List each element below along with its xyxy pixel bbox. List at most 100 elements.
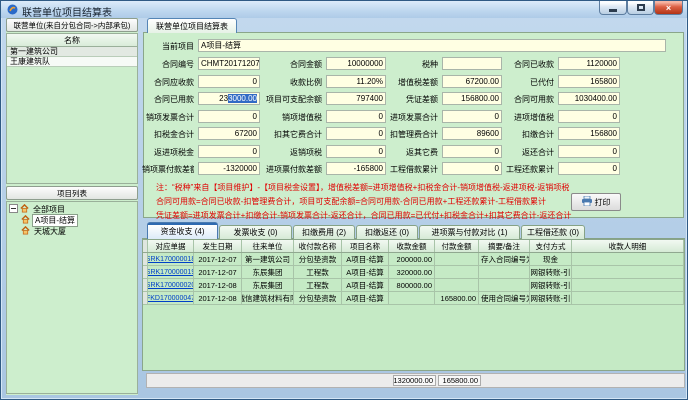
form-input-1[interactable]: 10000000 [326, 57, 386, 70]
tree-item-project[interactable]: 天城大厦 [21, 226, 68, 237]
project-list-header: 项目列表 [6, 186, 138, 200]
table-cell [435, 266, 479, 278]
receive-total: 1320000.00 [393, 375, 436, 386]
form-input-9[interactable]: 797400 [326, 92, 386, 105]
form-label: 已代付 [496, 77, 554, 88]
form-label: 进项增值税 [496, 112, 554, 123]
column-header: 付款金额 [435, 240, 479, 252]
form-input-13[interactable]: 0 [326, 110, 386, 123]
detail-tab-1[interactable]: 发票收支 (0) [219, 225, 292, 239]
form-label: 扣其它费合计 [260, 129, 322, 140]
totals-bar: 1320000.00 165800.00 [146, 373, 685, 388]
form-label: 合同金额 [260, 59, 322, 70]
detail-tab-2[interactable]: 扣缴费用 (2) [293, 225, 355, 239]
unit-row[interactable]: 王康建筑队 [7, 57, 137, 67]
form-label: 工程借款累计 [380, 164, 438, 175]
input-text: 23 [219, 94, 228, 103]
form-input-4[interactable]: 0 [198, 75, 260, 88]
table-cell: 200000.00 [389, 253, 435, 265]
detail-tab-4[interactable]: 进项票与付款对比 (1) [419, 225, 520, 239]
table-row[interactable]: SRK1700000182017-12-07第一建筑公司分包垫资款A项目-结算2… [143, 253, 684, 266]
table-cell: 东辰集团 [242, 266, 294, 278]
form-input-2[interactable] [442, 57, 502, 70]
column-header: 发生日期 [194, 240, 242, 252]
detail-tab-5[interactable]: 工程借还款 (0) [521, 225, 585, 239]
tree-item-label: 天城大厦 [32, 226, 68, 237]
form-label: 扣税金合计 [142, 129, 194, 140]
form-input-20[interactable]: 0 [198, 145, 260, 158]
form-label: 销项发票合计 [142, 112, 194, 123]
form-input-27[interactable]: 0 [558, 162, 620, 175]
detail-tab-0[interactable]: 资金收支 (4) [147, 222, 218, 239]
column-header: 项目名称 [342, 240, 389, 252]
tree-item-project[interactable]: A项目-结算 [21, 215, 78, 226]
table-row[interactable]: SRK1700000202017-12-08东辰集团工程款A项目-结算80000… [143, 279, 684, 292]
form-label: 扣管理费合计 [380, 129, 438, 140]
form-input-12[interactable]: 0 [198, 110, 260, 123]
document-link[interactable]: SRK170000020 [148, 279, 194, 291]
form-input-19[interactable]: 156800 [558, 127, 620, 140]
form-label: 合同已用款 [142, 94, 194, 105]
form-input-7[interactable]: 165800 [558, 75, 620, 88]
print-button[interactable]: 打印 [571, 193, 621, 211]
column-header: 收款金额 [389, 240, 435, 252]
column-header: 摘要/备注 [479, 240, 530, 252]
form-label: 工程还款累计 [496, 164, 554, 175]
form-input-5[interactable]: 11.20% [326, 75, 386, 88]
column-header: 收款人明细 [572, 240, 684, 252]
table-cell: 分包垫资款 [294, 253, 342, 265]
table-row[interactable]: FKD1700000472017-12-08诚信建筑材料有限分包垫资款A项目-结… [143, 292, 684, 305]
window-title: 联营单位项目结算表 [22, 4, 112, 19]
transactions-table: 对应单据发生日期往来单位收付款名称项目名称收款金额付款金额摘要/备注支付方式收款… [142, 239, 685, 371]
table-cell: 诚信建筑材料有限 [242, 292, 294, 304]
form-label: 进项票付款差额 [260, 164, 322, 175]
form-input-16[interactable]: 67200 [198, 127, 260, 140]
form-input-0[interactable]: CHMT2017120701: [198, 57, 260, 70]
form-input-17[interactable]: 0 [326, 127, 386, 140]
form-input-10[interactable]: 156800.00 [442, 92, 502, 105]
table-cell: 工程款 [294, 279, 342, 291]
current-project-field[interactable]: A项目-结算 [198, 39, 666, 52]
form-label: 返还合计 [496, 147, 554, 158]
form-input-15[interactable]: 0 [558, 110, 620, 123]
form-input-23[interactable]: 0 [558, 145, 620, 158]
form-input-14[interactable]: 0 [442, 110, 502, 123]
column-header: 往来单位 [242, 240, 294, 252]
table-cell [572, 292, 684, 304]
unit-row[interactable]: 第一建筑公司 [7, 47, 137, 57]
table-row[interactable]: SRK1700000192017-12-07东辰集团工程款A项目-结算32000… [143, 266, 684, 279]
print-button-label: 打印 [595, 197, 611, 208]
form-input-21[interactable]: 0 [326, 145, 386, 158]
form-input-8[interactable]: 233000.00 [198, 92, 260, 105]
form-label: 收款比例 [260, 77, 322, 88]
form-input-3[interactable]: 1120000 [558, 57, 620, 70]
maximize-button[interactable] [627, 1, 654, 15]
form-input-22[interactable]: 0 [442, 145, 502, 158]
table-cell [389, 292, 435, 304]
document-link[interactable]: FKD170000047 [148, 292, 194, 304]
document-link[interactable]: SRK170000018 [148, 253, 194, 265]
close-button[interactable]: × [654, 1, 683, 15]
form-input-26[interactable]: 0 [442, 162, 502, 175]
form-input-18[interactable]: 89600 [442, 127, 502, 140]
document-link[interactable]: SRK170000019 [148, 266, 194, 278]
detail-tab-3[interactable]: 扣缴返还 (0) [356, 225, 418, 239]
detail-tab-strip: 资金收支 (4)发票收支 (0)扣缴费用 (2)扣缴返还 (0)进项票与付款对比… [142, 222, 685, 239]
form-input-25[interactable]: -165800 [326, 162, 386, 175]
collapse-icon[interactable] [9, 204, 18, 215]
table-cell: 2017-12-07 [194, 253, 242, 265]
pay-total: 165800.00 [438, 375, 481, 386]
table-cell: 2017-12-08 [194, 279, 242, 291]
tab-settlement-sheet[interactable]: 联营单位项目结算表 [147, 18, 237, 33]
form-label: 返其它费 [380, 147, 438, 158]
table-cell: 165800.00 [435, 292, 479, 304]
formula-note-3: 凭证差额=进项发票合计+扣缴合计-销项发票合计-返还合计，合同已用款=已代付+扣… [156, 210, 571, 221]
title-bar: 联营单位项目结算表 × [1, 1, 687, 18]
form-input-24[interactable]: -1320000 [198, 162, 260, 175]
form-input-6[interactable]: 67200.00 [442, 75, 502, 88]
joint-unit-header: 联营单位(来自分包合同->内部承包) [6, 18, 138, 32]
form-input-11[interactable]: 1030400.00 [558, 92, 620, 105]
minimize-button[interactable] [599, 1, 627, 15]
table-cell: 分包垫资款 [294, 292, 342, 304]
main-panel: 联营单位项目结算表 当前项目 A项目-结算 注：“税种”来自【项目维护】-【项目… [142, 18, 685, 395]
